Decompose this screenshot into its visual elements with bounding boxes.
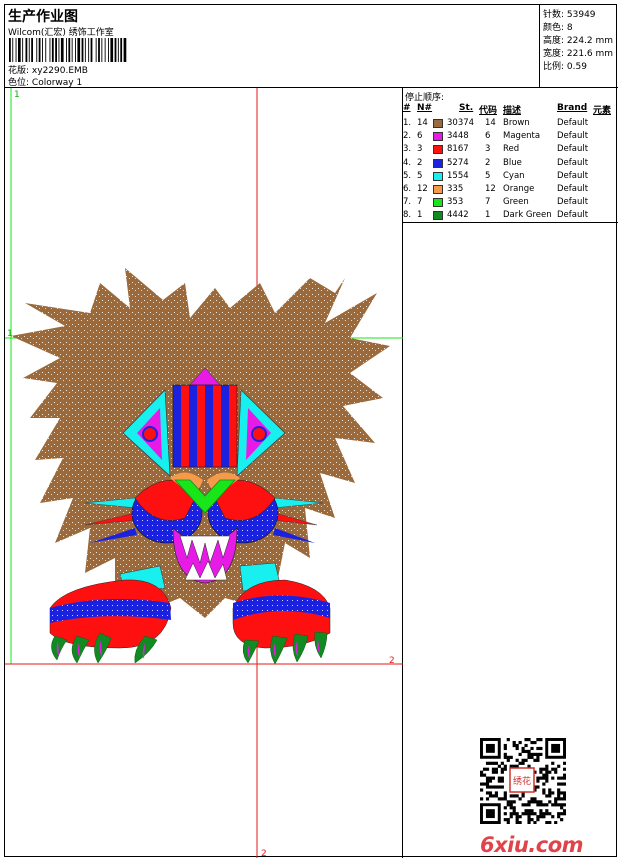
stat-colors: 颜色: 8 xyxy=(543,23,573,33)
stat-stitches: 针数: 53949 xyxy=(543,10,596,20)
col-header-stitches: St. xyxy=(459,103,474,113)
row-stitches: 4442 xyxy=(447,210,469,221)
row-description: Cyan xyxy=(503,170,525,181)
header-info: 生产作业图 Wilcom(汇宏) 绣饰工作室 花版: xy2290.EMB 色位… xyxy=(5,5,540,88)
work-sheet: 生产作业图 Wilcom(汇宏) 绣饰工作室 花版: xy2290.EMB 色位… xyxy=(4,4,618,859)
row-needle: 6 xyxy=(417,131,423,142)
row-needle: 2 xyxy=(417,157,423,168)
marker-1-left: 1 xyxy=(7,329,13,339)
row-stitches: 8167 xyxy=(447,144,469,155)
row-stitches: 5274 xyxy=(447,157,469,168)
color-swatch xyxy=(433,132,443,142)
row-code: 14 xyxy=(485,118,496,128)
row-description: Brown xyxy=(503,118,530,128)
row-index: 6. xyxy=(403,184,412,194)
col-header-needle: N# xyxy=(417,103,433,113)
barcode xyxy=(9,38,127,62)
row-index: 2. xyxy=(403,131,412,142)
row-brand: Default xyxy=(557,170,589,181)
row-brand: Default xyxy=(557,118,589,128)
table-row: 6. 12 335 12 Orange Default xyxy=(403,184,618,197)
row-needle: 1 xyxy=(417,210,423,221)
col-header-index: # xyxy=(403,103,411,113)
row-index: 5. xyxy=(403,170,412,181)
row-description: Green xyxy=(503,197,529,208)
row-code: 7 xyxy=(485,197,491,208)
row-brand: Default xyxy=(557,131,589,142)
color-swatch xyxy=(433,198,443,208)
design-area: 1 1 2 2 xyxy=(5,88,403,859)
color-swatch xyxy=(433,171,443,181)
qr-code: 绣花 xyxy=(480,738,566,824)
page-title: 生产作业图 xyxy=(8,9,78,25)
row-description: Red xyxy=(503,144,520,155)
colorway-line: 色位: Colorway 1 xyxy=(8,75,82,88)
row-needle: 7 xyxy=(417,197,423,208)
row-description: Blue xyxy=(503,157,522,168)
row-description: Dark Green xyxy=(503,210,552,221)
row-code: 6 xyxy=(485,131,491,142)
row-brand: Default xyxy=(557,157,589,168)
row-index: 7. xyxy=(403,197,412,208)
row-brand: Default xyxy=(557,184,589,194)
table-row: 5. 5 1554 5 Cyan Default xyxy=(403,171,618,184)
row-index: 8. xyxy=(403,210,412,221)
col-header-code: 代码 xyxy=(479,106,498,116)
row-description: Orange xyxy=(503,184,535,194)
row-stitches: 353 xyxy=(447,197,464,208)
monster-right-foot xyxy=(232,562,331,665)
stat-height: 高度: 224.2 mm xyxy=(543,36,614,46)
row-index: 3. xyxy=(403,144,412,155)
color-swatch xyxy=(433,158,443,168)
company-name: Wilcom(汇宏) 绣饰工作室 xyxy=(8,28,114,38)
row-code: 2 xyxy=(485,157,491,168)
table-row: 3. 3 8167 3 Red Default xyxy=(403,144,618,157)
colorway-value: Colorway 1 xyxy=(31,78,83,88)
col-header-description: 描述 xyxy=(503,106,522,116)
stat-width: 宽度: 221.6 mm xyxy=(543,49,614,59)
stop-sequence-title: 停止顺序: xyxy=(405,93,445,103)
row-needle: 3 xyxy=(417,144,423,155)
embroidery-design: 1 1 2 2 xyxy=(5,88,403,859)
marker-1-top: 1 xyxy=(14,90,20,100)
colorway-label: 色位: xyxy=(8,78,30,88)
row-needle: 12 xyxy=(417,184,428,194)
table-row: 2. 6 3448 6 Magenta Default xyxy=(403,131,618,144)
row-needle: 5 xyxy=(417,170,423,181)
col-header-brand: Brand xyxy=(557,103,588,113)
row-brand: Default xyxy=(557,210,589,221)
col-header-element: 元素 xyxy=(593,106,612,116)
row-index: 1. xyxy=(403,118,412,128)
table-row: 8. 1 4442 1 Dark Green Default xyxy=(403,210,618,223)
row-index: 4. xyxy=(403,157,412,168)
row-brand: Default xyxy=(557,197,589,208)
qr-stamp-text: 绣花 xyxy=(513,775,531,787)
row-stitches: 1554 xyxy=(447,170,469,181)
monster-left-foot xyxy=(49,565,172,664)
row-stitches: 30374 xyxy=(447,118,475,128)
color-swatch xyxy=(433,185,443,194)
row-code: 12 xyxy=(485,184,496,194)
site-logo: 6xiu.com xyxy=(480,833,584,857)
row-code: 3 xyxy=(485,144,491,155)
row-code: 5 xyxy=(485,170,491,181)
row-stitches: 335 xyxy=(447,184,464,194)
color-swatch xyxy=(433,211,443,221)
row-code: 1 xyxy=(485,210,491,221)
row-brand: Default xyxy=(557,144,589,155)
color-swatch xyxy=(433,145,443,155)
row-description: Magenta xyxy=(503,131,541,142)
row-stitches: 3448 xyxy=(447,131,469,142)
table-row: 7. 7 353 7 Green Default xyxy=(403,197,618,210)
color-swatch xyxy=(433,119,443,128)
stat-scale: 比例: 0.59 xyxy=(543,62,587,72)
stats-panel: 针数: 53949 颜色: 8 高度: 224.2 mm 宽度: 221.6 m… xyxy=(540,5,618,88)
stop-sequence-table: 停止顺序: # N# St. 代码 描述 Brand 元素 1. 14 30374 1… xyxy=(403,88,618,223)
marker-2-bottom: 2 xyxy=(261,849,267,858)
table-row: 1. 14 30374 14 Brown Default xyxy=(403,118,618,131)
marker-2-right: 2 xyxy=(389,656,395,666)
table-row: 4. 2 5274 2 Blue Default xyxy=(403,158,618,171)
row-needle: 14 xyxy=(417,118,428,128)
